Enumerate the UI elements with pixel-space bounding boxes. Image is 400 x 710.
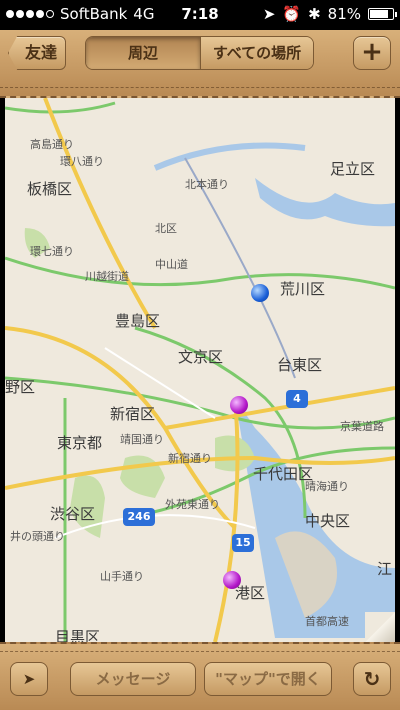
segment-nearby[interactable]: 周辺 [86,37,201,69]
segment-all-locations[interactable]: すべての場所 [201,37,313,69]
bluetooth-icon: ✱ [308,5,321,23]
road-label: 環七通り [30,245,74,258]
segmented-control: 周辺 すべての場所 [85,36,314,70]
map-view[interactable]: 足立区 板橋区 北区 荒川区 豊島区 文京区 台東区 野区 新宿区 東京都 千代… [5,98,395,642]
road-label: 中山道 [155,258,188,271]
refresh-button[interactable]: ↻ [353,662,391,696]
ward-label: 北区 [155,222,177,235]
road-label: 川越街道 [85,270,129,283]
road-label: 井の頭通り [10,530,65,543]
battery-icon [368,8,397,20]
ward-label: 板橋区 [27,180,73,198]
road-label: 新宿通り [168,452,212,465]
add-friend-button[interactable]: + [353,36,391,70]
message-button[interactable]: メッセージ [70,662,196,696]
ward-label: 港区 [235,584,266,602]
ward-label: 文京区 [178,348,224,366]
road-label: 高島通り [30,138,74,151]
road-label: 外苑東通り [165,498,220,511]
ward-label: 東京都 [57,434,103,452]
route-shield: 15 [232,534,254,552]
road-label: 京葉道路 [340,420,384,433]
ward-label: 野区 [5,378,36,396]
friend-location-pin[interactable] [251,284,269,302]
status-bar: SoftBank 4G 7:18 ➤ ⏰ ✱ 81% [0,0,400,30]
ward-label: 新宿区 [110,405,156,423]
ward-label: 目黒区 [55,628,101,642]
ward-label: 荒川区 [280,280,326,298]
location-arrow-icon: ➤ [22,670,36,688]
ward-label: 渋谷区 [50,505,96,523]
bottom-toolbar: ➤ メッセージ "マップ"で開く ↻ [0,642,400,710]
road-label: 環八通り [60,155,104,168]
friend-location-pin[interactable] [223,571,241,589]
refresh-icon: ↻ [363,667,381,691]
navigation-bar: 友達 周辺 すべての場所 + [0,30,400,98]
road-label: 首都高速 [305,615,349,628]
location-services-icon: ➤ [262,5,276,23]
ward-label: 中央区 [305,512,351,530]
route-shield: 246 [123,508,155,526]
road-label: 靖国通り [120,433,164,446]
back-button[interactable]: 友達 [8,36,66,70]
ward-label: 足立区 [330,160,376,178]
current-location-button[interactable]: ➤ [10,662,48,696]
ward-label: 江 [377,560,393,578]
road-label: 北本通り [185,178,229,191]
friend-location-pin[interactable] [230,396,248,414]
road-label: 晴海通り [305,480,349,493]
open-in-maps-button[interactable]: "マップ"で開く [204,662,332,696]
ward-label: 千代田区 [253,465,314,483]
battery-percent: 81% [327,5,361,23]
page-curl[interactable] [365,612,395,642]
ward-label: 豊島区 [115,312,161,330]
status-icons: ➤ ⏰ ✱ 81% [262,5,397,23]
route-shield: 4 [286,390,308,408]
ward-label: 台東区 [277,356,323,374]
road-label: 山手通り [100,570,144,583]
alarm-icon: ⏰ [282,5,302,23]
